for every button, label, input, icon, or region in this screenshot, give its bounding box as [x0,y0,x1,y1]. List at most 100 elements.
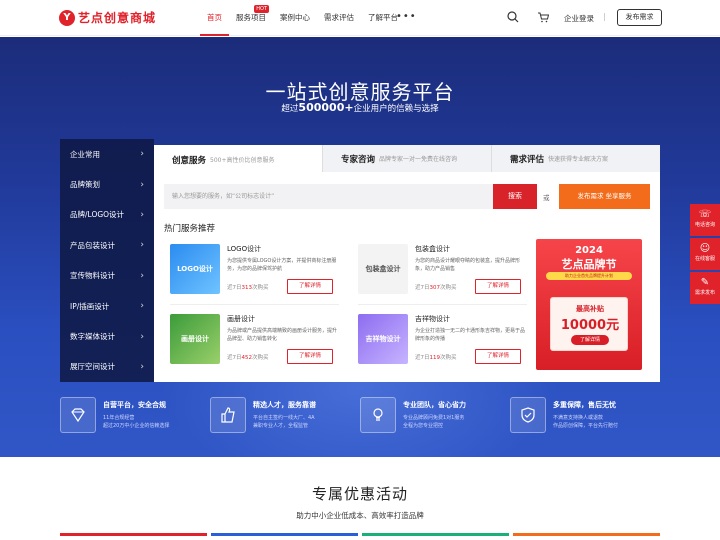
sold-post: 次购买 [440,285,457,291]
card-name: 吉祥物设计 [415,315,450,323]
logo-thumbnail: LOGO设计 [170,244,220,294]
card-name: 画册设计 [227,315,255,323]
post-need-button[interactable]: ✎ 需求发布 [690,272,720,304]
category-item[interactable]: IP/插画设计 › [60,291,154,321]
hot-badge: HOT [254,5,269,13]
edit-icon: ✎ [700,277,710,288]
sold-pre: 近7日 [415,285,430,291]
category-label: 品牌策划 [70,180,100,190]
offer-card-edge [60,533,207,536]
sold-pre: 近7日 [415,355,430,361]
feature-item: 多重保障，售后无忧 不满意支持换人或退款 作品原创保障，平台先行赔付 [510,397,660,441]
nav-item-services[interactable]: 服务项目 HOT [229,0,273,36]
category-item[interactable]: 宣传物料设计 › [60,261,154,291]
card-desc: 为品牌或产品提供高端精致的画册设计服务，提升品牌型、助力销售转化 [227,328,338,342]
post-request-button[interactable]: 发布需求 坐享服务 [559,184,650,209]
category-label: 展厅空间设计 [70,362,115,372]
card-desc: 为企业打造独一无二的卡通形象吉祥物，更易于品牌形象的传播 [415,328,526,342]
card-divider [170,304,339,305]
category-item[interactable]: 企业常用 › [60,139,154,169]
details-button[interactable]: 了解详情 [475,279,521,294]
sold-pre: 近7日 [227,355,242,361]
category-label: 品牌/LOGO设计 [70,210,125,220]
hero-sub-pre: 超过 [281,104,299,114]
category-item[interactable]: 品牌策划 › [60,169,154,199]
offer-card-edge [211,533,358,536]
service-card-brochure[interactable]: 画册设计 画册设计 为品牌或产品提供高端精致的画册设计服务，提升品牌型、助力销售… [164,309,339,371]
online-service-button[interactable]: ☺ 在线客服 [690,238,720,270]
search-button[interactable]: 搜索 [493,184,537,209]
tab-expert-consult[interactable]: 专家咨询 品牌专家一对一免费在线咨询 [322,145,491,172]
feature-title: 自营平台，安全合规 [103,401,166,409]
tab-creative-services[interactable]: 创意服务 500+高性价比创意服务 [154,145,322,172]
card-sold: 近7日313次购买 [227,283,269,291]
nav-item-assessment[interactable]: 需求评估 [317,0,361,36]
promo-details-button[interactable]: 了解详情 [571,335,609,345]
card-sold: 近7日452次购买 [227,353,269,361]
details-button[interactable]: 了解详情 [475,349,521,364]
section-subtitle: 助力中小企业低成本、高效率打造品牌 [296,511,424,520]
search-icon[interactable] [507,11,519,23]
card-name: LOGO设计 [227,245,262,253]
feature-desc: 11年合规经营 超过20万中小企业的信赖选择 [103,415,170,429]
packaging-thumbnail: 包装盒设计 [358,244,408,294]
cart-icon[interactable] [537,11,549,23]
or-label: 或 [543,194,550,202]
recommend-title: 热门服务推荐 [164,224,216,234]
thumbs-up-icon [210,397,246,433]
more-menu-icon[interactable]: ••• [396,11,417,22]
brand-name: 艺点创意商城 [78,11,157,25]
chevron-right-icon: › [140,179,144,190]
service-card-packaging[interactable]: 包装盒设计 包装盒设计 为您的商品设计耀眼夺睛的包装盒，提升品牌形象，助力产品销… [352,239,527,305]
enterprise-login-link[interactable]: 企业登录 [564,13,594,24]
feature-title: 精选人才，服务靠谱 [253,401,316,409]
nav-separator: | [603,12,606,21]
promo-tag: 助力企业首先品牌提升计划 [546,272,632,280]
card-sold: 近7日119次购买 [415,353,457,361]
promo-label: 最高补贴 [576,305,604,313]
publish-request-button[interactable]: 发布需求 [617,9,662,26]
promo-ticket: 最高补贴 10000元 了解详情 [550,297,628,351]
service-card-logo[interactable]: LOGO设计 LOGO设计 为您提供专属LOGO设计方案，并提供商标注册服务，为… [164,239,339,305]
nav-item-cases[interactable]: 案例中心 [273,0,317,36]
promo-year: 2024 [575,245,603,256]
side-label: 电话咨询 [694,222,715,228]
tab-title: 需求评估 [510,154,545,165]
phone-icon: ☏ [698,209,712,220]
category-label: 数字媒体设计 [70,332,115,342]
category-item[interactable]: 品牌/LOGO设计 › [60,200,154,230]
promo-name: 艺点品牌节 [561,258,617,271]
shield-check-icon [510,397,546,433]
category-label: 产品包装设计 [70,240,115,250]
logo-mark-icon: Y [59,9,75,26]
tab-title: 专家咨询 [341,154,376,165]
sold-num: 452 [241,355,253,361]
category-item[interactable]: 展厅空间设计 › [60,352,154,382]
chat-icon: ☺ [699,243,711,254]
diamond-icon [60,397,96,433]
category-item[interactable]: 产品包装设计 › [60,230,154,260]
chevron-right-icon: › [140,361,144,372]
brand-festival-banner[interactable]: 2024 艺点品牌节 助力企业首先品牌提升计划 最高补贴 10000元 了解详情 [536,239,642,370]
offer-cards-top [60,533,660,536]
sold-pre: 近7日 [227,285,242,291]
feature-item: 专业团队，省心省力 专业品牌顾问免费1对1服务 全程为您专业把控 [360,397,510,441]
details-button[interactable]: 了解详情 [287,349,333,364]
nav-item-home[interactable]: 首页 [200,0,229,36]
service-search-input[interactable]: 输入您想要的服务，如“公司标志设计” [164,184,493,209]
details-button[interactable]: 了解详情 [287,279,333,294]
brand-logo[interactable]: Y 艺点创意商城 [59,9,156,26]
lightbulb-icon [360,397,396,433]
category-label: IP/插画设计 [70,301,110,311]
features-row: 自营平台，安全合规 11年合规经营 超过20万中小企业的信赖选择 精选人才，服务靠… [60,397,660,441]
category-item[interactable]: 数字媒体设计 › [60,321,154,351]
hero-sub-number: 500000+ [298,101,354,114]
phone-consult-button[interactable]: ☏ 电话咨询 [690,204,720,236]
service-card-mascot[interactable]: 吉祥物设计 吉祥物设计 为企业打造独一无二的卡通形象吉祥物，更易于品牌形象的传播… [352,309,527,371]
nav-item-services-label: 服务项目 [236,13,266,22]
mascot-thumbnail: 吉祥物设计 [358,314,408,364]
tab-needs-assessment[interactable]: 需求评估 快速获得专业解决方案 [491,145,660,172]
chevron-right-icon: › [140,270,144,281]
service-tabs: 创意服务 500+高性价比创意服务 专家咨询 品牌专家一对一免费在线咨询 需求评估快… [154,145,660,172]
tab-desc: 快速获得专业解决方案 [548,156,609,163]
